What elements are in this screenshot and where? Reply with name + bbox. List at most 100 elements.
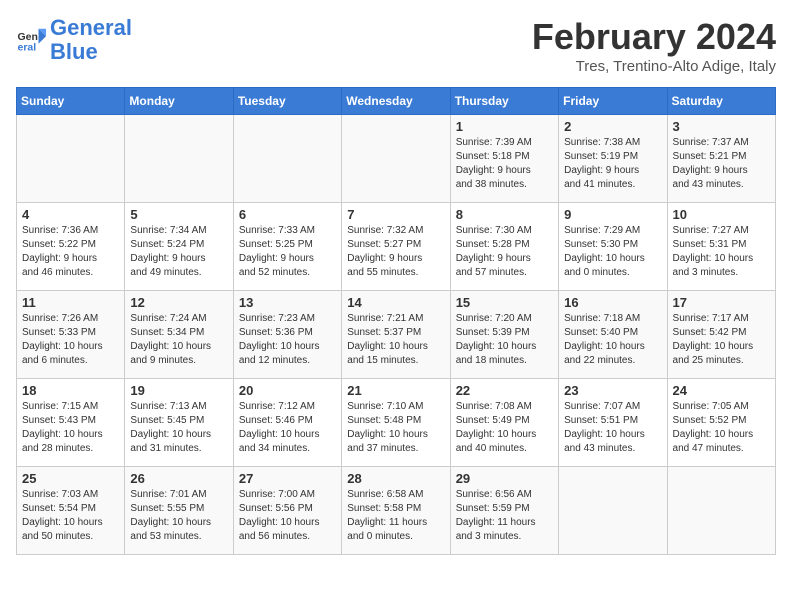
day-number: 5 [130, 207, 227, 222]
day-info: Sunrise: 7:05 AM Sunset: 5:52 PM Dayligh… [673, 400, 770, 456]
calendar-cell [125, 115, 233, 203]
day-header-wednesday: Wednesday [342, 88, 450, 115]
day-header-sunday: Sunday [17, 88, 125, 115]
day-number: 20 [239, 383, 336, 398]
week-row-0: 1Sunrise: 7:39 AM Sunset: 5:18 PM Daylig… [17, 115, 776, 203]
day-info: Sunrise: 7:37 AM Sunset: 5:21 PM Dayligh… [673, 136, 770, 192]
day-number: 6 [239, 207, 336, 222]
week-row-3: 18 Sunrise: 7:15 AM Sunset: 5:43 PM Dayli… [17, 379, 776, 467]
day-number: 23 [564, 383, 661, 398]
day-number: 21 [347, 383, 444, 398]
logo: Gen eral General Blue [16, 16, 132, 64]
title-block: February 2024 Tres, Trentino-Alto Adige,… [532, 16, 776, 75]
day-number: 10 [673, 207, 770, 222]
day-info: Sunrise: 7:18 AM Sunset: 5:40 PM Dayligh… [564, 312, 661, 368]
day-info: Sunrise: 7:03 AM Sunset: 5:54 PM Dayligh… [22, 488, 119, 544]
day-number: 12 [130, 295, 227, 310]
logo-line1: General [50, 15, 132, 40]
calendar-cell: 4 Sunrise: 7:36 AM Sunset: 5:22 PM Daylig… [17, 203, 125, 291]
day-info: Sunrise: 7:32 AM Sunset: 5:27 PM Dayligh… [347, 224, 444, 280]
day-info: Sunrise: 7:07 AM Sunset: 5:51 PM Dayligh… [564, 400, 661, 456]
calendar-cell: 23 Sunrise: 7:07 AM Sunset: 5:51 PM Dayli… [559, 379, 667, 467]
calendar-cell [17, 115, 125, 203]
week-row-2: 11Sunrise: 7:26 AM Sunset: 5:33 PM Dayli… [17, 291, 776, 379]
calendar-cell: 24 Sunrise: 7:05 AM Sunset: 5:52 PM Dayli… [667, 379, 775, 467]
calendar-cell: 15Sunrise: 7:20 AM Sunset: 5:39 PM Dayli… [450, 291, 558, 379]
calendar-cell: 16 Sunrise: 7:18 AM Sunset: 5:40 PM Dayli… [559, 291, 667, 379]
logo-line2: Blue [50, 39, 98, 64]
day-info: Sunrise: 7:08 AM Sunset: 5:49 PM Dayligh… [456, 400, 553, 456]
day-info: Sunrise: 7:23 AM Sunset: 5:36 PM Dayligh… [239, 312, 336, 368]
day-info: Sunrise: 7:01 AM Sunset: 5:55 PM Dayligh… [130, 488, 227, 544]
month-title: February 2024 [532, 16, 776, 58]
calendar-cell [667, 467, 775, 555]
calendar-cell: 29Sunrise: 6:56 AM Sunset: 5:59 PM Dayli… [450, 467, 558, 555]
day-number: 28 [347, 471, 444, 486]
day-number: 2 [564, 119, 661, 134]
day-info: Sunrise: 7:39 AM Sunset: 5:18 PM Dayligh… [456, 136, 553, 192]
day-info: Sunrise: 7:29 AM Sunset: 5:30 PM Dayligh… [564, 224, 661, 280]
calendar-cell [559, 467, 667, 555]
calendar-cell: 18 Sunrise: 7:15 AM Sunset: 5:43 PM Dayli… [17, 379, 125, 467]
day-info: Sunrise: 7:38 AM Sunset: 5:19 PM Dayligh… [564, 136, 661, 192]
page-header: Gen eral General Blue February 2024 Tres… [16, 16, 776, 75]
day-number: 4 [22, 207, 119, 222]
header-row: SundayMondayTuesdayWednesdayThursdayFrid… [17, 88, 776, 115]
day-number: 26 [130, 471, 227, 486]
day-number: 18 [22, 383, 119, 398]
day-header-monday: Monday [125, 88, 233, 115]
day-number: 8 [456, 207, 553, 222]
calendar-cell: 11Sunrise: 7:26 AM Sunset: 5:33 PM Dayli… [17, 291, 125, 379]
day-info: Sunrise: 7:21 AM Sunset: 5:37 PM Dayligh… [347, 312, 444, 368]
calendar-cell: 3 Sunrise: 7:37 AM Sunset: 5:21 PM Daylig… [667, 115, 775, 203]
week-row-4: 25 Sunrise: 7:03 AM Sunset: 5:54 PM Dayli… [17, 467, 776, 555]
calendar-cell: 6 Sunrise: 7:33 AM Sunset: 5:25 PM Daylig… [233, 203, 341, 291]
calendar-cell: 9 Sunrise: 7:29 AM Sunset: 5:30 PM Daylig… [559, 203, 667, 291]
day-header-tuesday: Tuesday [233, 88, 341, 115]
svg-text:eral: eral [18, 42, 37, 54]
calendar-cell: 17Sunrise: 7:17 AM Sunset: 5:42 PM Dayli… [667, 291, 775, 379]
calendar-cell: 14Sunrise: 7:21 AM Sunset: 5:37 PM Dayli… [342, 291, 450, 379]
day-header-friday: Friday [559, 88, 667, 115]
day-number: 13 [239, 295, 336, 310]
day-header-thursday: Thursday [450, 88, 558, 115]
calendar-cell: 21Sunrise: 7:10 AM Sunset: 5:48 PM Dayli… [342, 379, 450, 467]
day-info: Sunrise: 7:33 AM Sunset: 5:25 PM Dayligh… [239, 224, 336, 280]
calendar-cell: 5Sunrise: 7:34 AM Sunset: 5:24 PM Daylig… [125, 203, 233, 291]
calendar-cell: 13 Sunrise: 7:23 AM Sunset: 5:36 PM Dayli… [233, 291, 341, 379]
day-info: Sunrise: 7:26 AM Sunset: 5:33 PM Dayligh… [22, 312, 119, 368]
day-number: 24 [673, 383, 770, 398]
day-number: 22 [456, 383, 553, 398]
week-row-1: 4 Sunrise: 7:36 AM Sunset: 5:22 PM Daylig… [17, 203, 776, 291]
calendar-cell: 12 Sunrise: 7:24 AM Sunset: 5:34 PM Dayli… [125, 291, 233, 379]
day-number: 17 [673, 295, 770, 310]
location-title: Tres, Trentino-Alto Adige, Italy [532, 58, 776, 75]
day-number: 25 [22, 471, 119, 486]
calendar-cell [342, 115, 450, 203]
day-info: Sunrise: 7:36 AM Sunset: 5:22 PM Dayligh… [22, 224, 119, 280]
calendar-cell: 28Sunrise: 6:58 AM Sunset: 5:58 PM Dayli… [342, 467, 450, 555]
logo-text: General Blue [50, 16, 132, 64]
day-number: 16 [564, 295, 661, 310]
day-number: 19 [130, 383, 227, 398]
calendar-cell: 25 Sunrise: 7:03 AM Sunset: 5:54 PM Dayli… [17, 467, 125, 555]
calendar-cell [233, 115, 341, 203]
calendar-cell: 8 Sunrise: 7:30 AM Sunset: 5:28 PM Daylig… [450, 203, 558, 291]
calendar-cell: 22 Sunrise: 7:08 AM Sunset: 5:49 PM Dayli… [450, 379, 558, 467]
day-info: Sunrise: 7:15 AM Sunset: 5:43 PM Dayligh… [22, 400, 119, 456]
day-number: 27 [239, 471, 336, 486]
calendar-cell: 7 Sunrise: 7:32 AM Sunset: 5:27 PM Daylig… [342, 203, 450, 291]
day-info: Sunrise: 6:56 AM Sunset: 5:59 PM Dayligh… [456, 488, 553, 544]
day-info: Sunrise: 7:13 AM Sunset: 5:45 PM Dayligh… [130, 400, 227, 456]
day-number: 15 [456, 295, 553, 310]
day-info: Sunrise: 7:00 AM Sunset: 5:56 PM Dayligh… [239, 488, 336, 544]
day-info: Sunrise: 7:30 AM Sunset: 5:28 PM Dayligh… [456, 224, 553, 280]
day-number: 3 [673, 119, 770, 134]
calendar-cell: 10 Sunrise: 7:27 AM Sunset: 5:31 PM Dayli… [667, 203, 775, 291]
day-number: 7 [347, 207, 444, 222]
day-info: Sunrise: 7:27 AM Sunset: 5:31 PM Dayligh… [673, 224, 770, 280]
day-info: Sunrise: 7:24 AM Sunset: 5:34 PM Dayligh… [130, 312, 227, 368]
day-number: 9 [564, 207, 661, 222]
calendar-cell: 2 Sunrise: 7:38 AM Sunset: 5:19 PM Daylig… [559, 115, 667, 203]
calendar-cell: 20Sunrise: 7:12 AM Sunset: 5:46 PM Dayli… [233, 379, 341, 467]
